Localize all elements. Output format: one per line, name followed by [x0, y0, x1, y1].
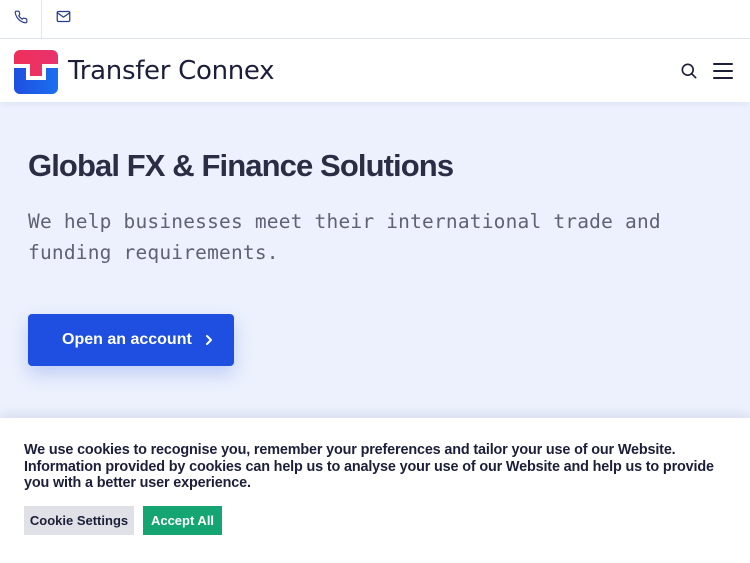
top-contact-bar — [0, 0, 750, 39]
open-account-button[interactable]: Open an account — [28, 314, 234, 366]
page-title: Global FX & Finance Solutions — [28, 148, 454, 183]
cookie-settings-button[interactable]: Cookie Settings — [24, 506, 134, 535]
phone-icon — [14, 10, 28, 29]
phone-link[interactable] — [0, 0, 42, 38]
hero-section: Global FX & Finance Solutions We help bu… — [0, 102, 750, 420]
search-icon[interactable] — [679, 61, 699, 81]
chevron-right-icon — [204, 334, 214, 346]
hero-subtitle: We help businesses meet their internatio… — [28, 210, 661, 264]
cookie-banner: We use cookies to recognise you, remembe… — [0, 418, 750, 563]
mail-icon — [56, 10, 71, 28]
accept-all-button[interactable]: Accept All — [143, 506, 222, 535]
email-link[interactable] — [42, 0, 84, 38]
hamburger-menu-icon[interactable] — [712, 61, 734, 81]
brand-name[interactable]: Transfer Connex — [68, 56, 275, 86]
cookie-message: We use cookies to recognise you, remembe… — [24, 442, 714, 491]
open-account-label: Open an account — [62, 331, 192, 348]
logo[interactable] — [14, 50, 58, 94]
site-header: Transfer Connex — [0, 39, 750, 102]
